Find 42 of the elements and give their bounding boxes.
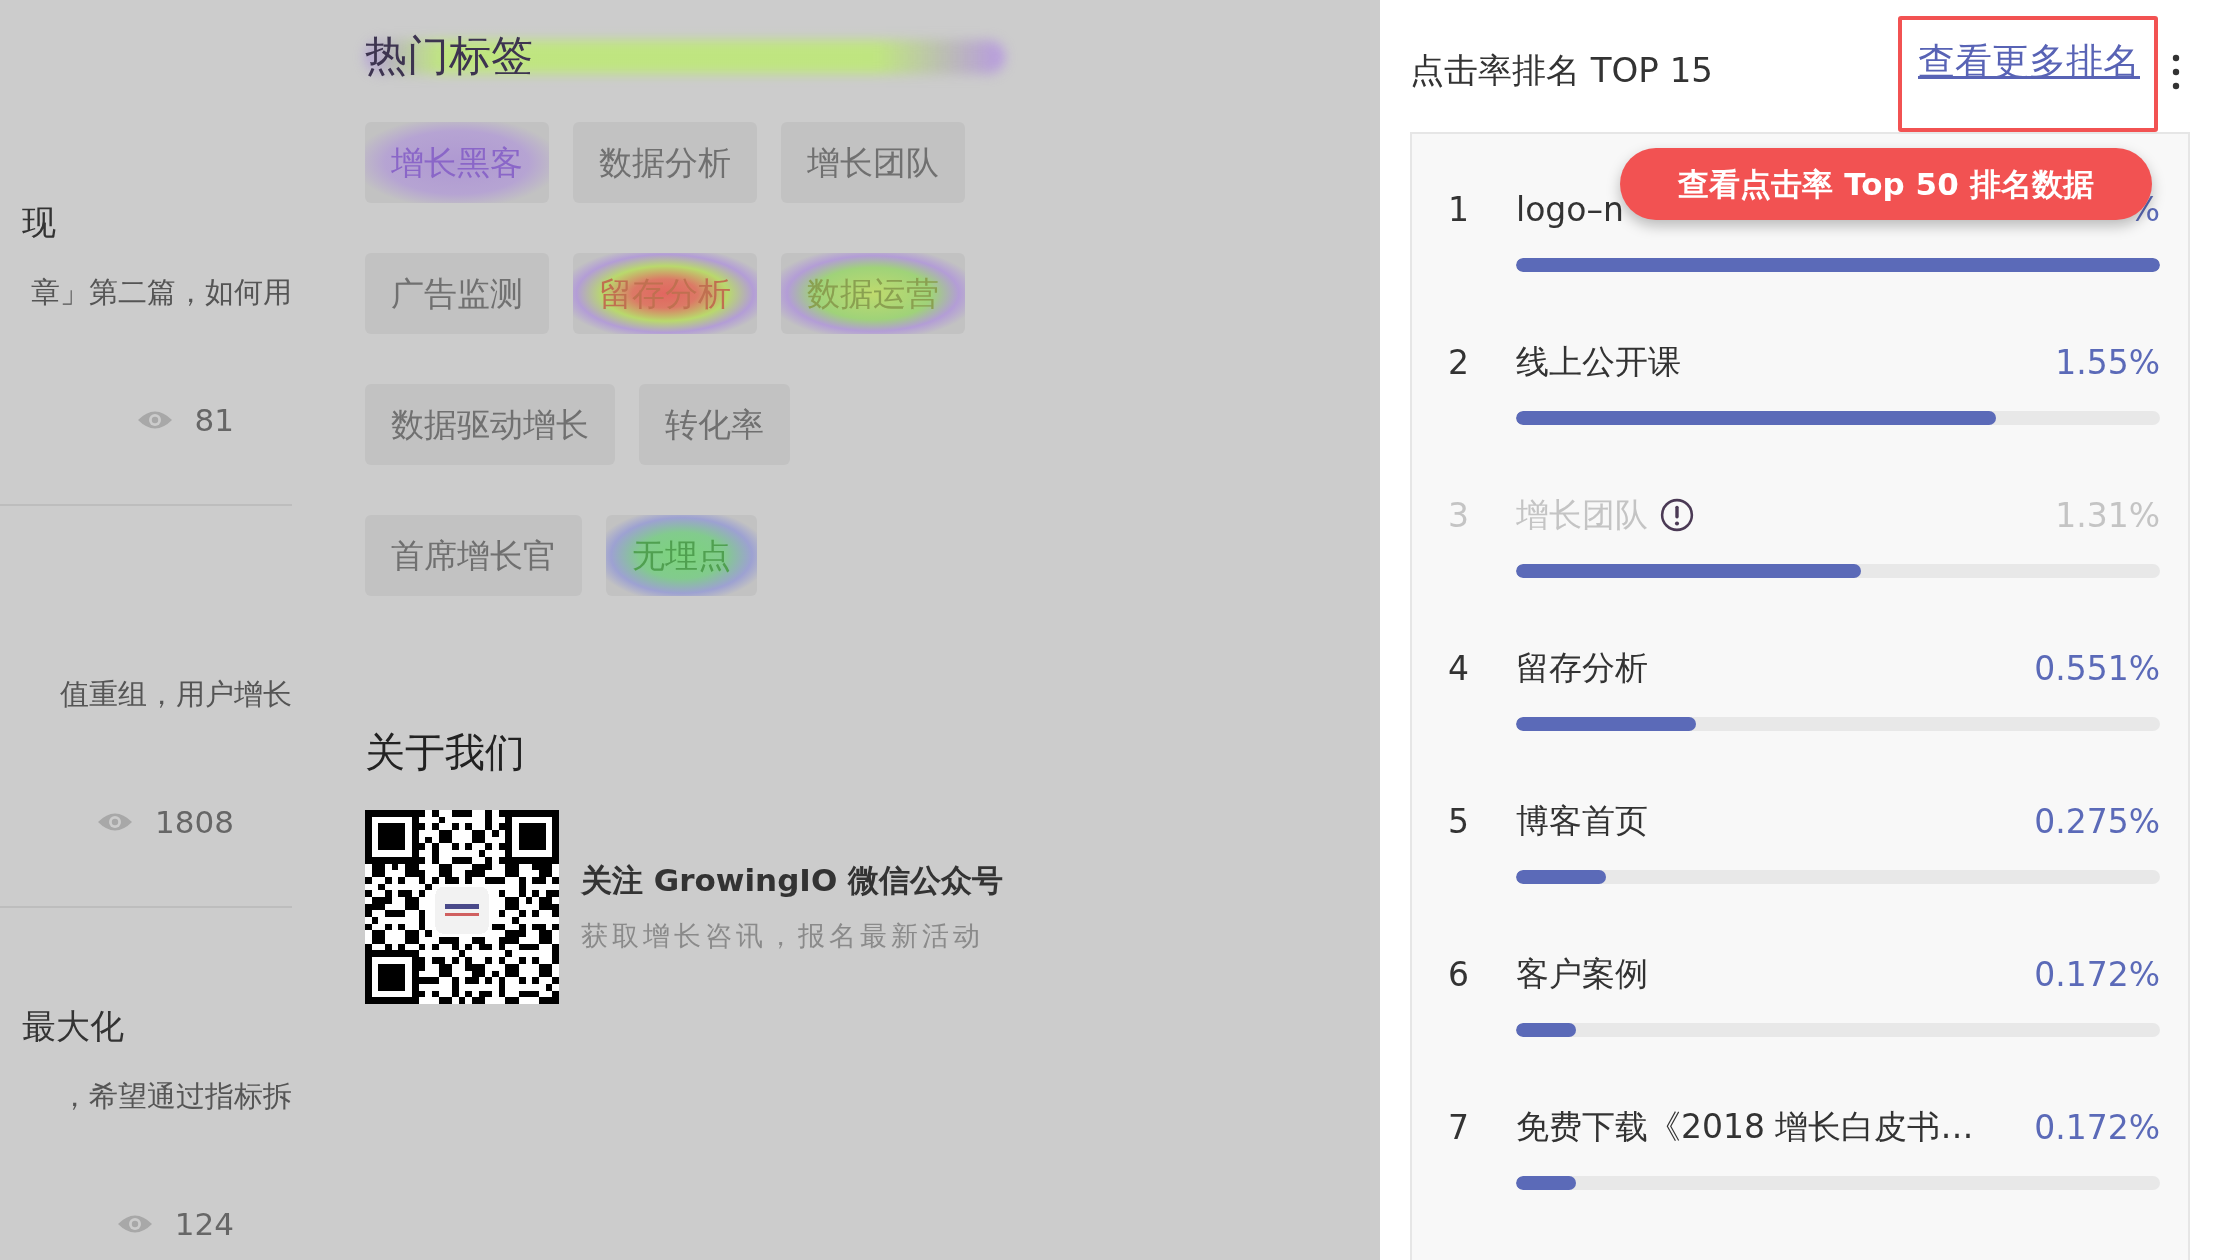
eye-icon xyxy=(136,409,173,431)
article-title[interactable]: 最大化 xyxy=(0,1002,292,1050)
article-summary: ，希望通过指标拆 xyxy=(59,1078,292,1115)
page-name[interactable]: 线上公开课 xyxy=(1516,339,1681,385)
click-rate: 0.172% xyxy=(2034,1107,2160,1147)
page-name[interactable]: 留存分析 xyxy=(1516,645,1648,691)
follow-subtitle: 获取增长咨讯，报名最新活动 xyxy=(581,919,985,953)
view-count: 81 xyxy=(194,402,234,438)
article-summary: 值重组，用户增长 xyxy=(59,676,292,713)
tag-chip[interactable]: 数据驱动增长 xyxy=(365,384,615,465)
click-rate: 0.551% xyxy=(2034,648,2160,688)
tag-chip[interactable]: 转化率 xyxy=(639,384,790,465)
follow-title: 关注 GrowingIO 微信公众号 xyxy=(581,861,1004,900)
tag-chip[interactable]: 首席增长官 xyxy=(365,515,582,596)
page-name[interactable]: 客户案例 xyxy=(1516,951,1648,997)
section-title: 热门标签 xyxy=(365,31,533,80)
rank-number: 7 xyxy=(1448,1107,1470,1147)
rank-number: 2 xyxy=(1448,342,1470,382)
rank-number: 1 xyxy=(1448,189,1470,229)
click-rate: 0.172% xyxy=(2034,954,2160,994)
article-title[interactable]: 现 xyxy=(0,198,292,246)
more-ranking-link[interactable]: 查看更多排名 xyxy=(1898,16,2158,132)
tag-chip[interactable]: 广告监测 xyxy=(365,253,549,334)
page-name[interactable]: 博客首页 xyxy=(1516,798,1648,844)
tag-chip[interactable]: 增长团队 xyxy=(781,122,965,203)
click-rate: 0.275% xyxy=(2034,801,2160,841)
page-name[interactable]: 免费下载《2018 增长白皮书… xyxy=(1516,1104,1974,1150)
eye-icon xyxy=(97,811,134,833)
rank-number: 6 xyxy=(1448,954,1470,994)
view-count: 124 xyxy=(174,1206,234,1242)
tag-chip[interactable]: 数据分析 xyxy=(573,122,757,203)
tag-chip[interactable]: 数据运营 xyxy=(781,253,965,334)
click-rate: 1.55% xyxy=(2055,342,2160,382)
rank-number: 5 xyxy=(1448,801,1470,841)
panel-title: 点击率排名 TOP 15 xyxy=(1410,49,1714,92)
section-title: 关于我们 xyxy=(365,728,526,777)
article-summary: 章」第二篇，如何用 xyxy=(30,274,292,311)
eye-icon xyxy=(116,1213,153,1235)
rank-number: 4 xyxy=(1448,648,1470,688)
tag-chip[interactable]: 增长黑客 xyxy=(365,122,549,203)
more-menu-icon[interactable] xyxy=(2172,54,2180,90)
view-count: 1808 xyxy=(155,804,234,840)
